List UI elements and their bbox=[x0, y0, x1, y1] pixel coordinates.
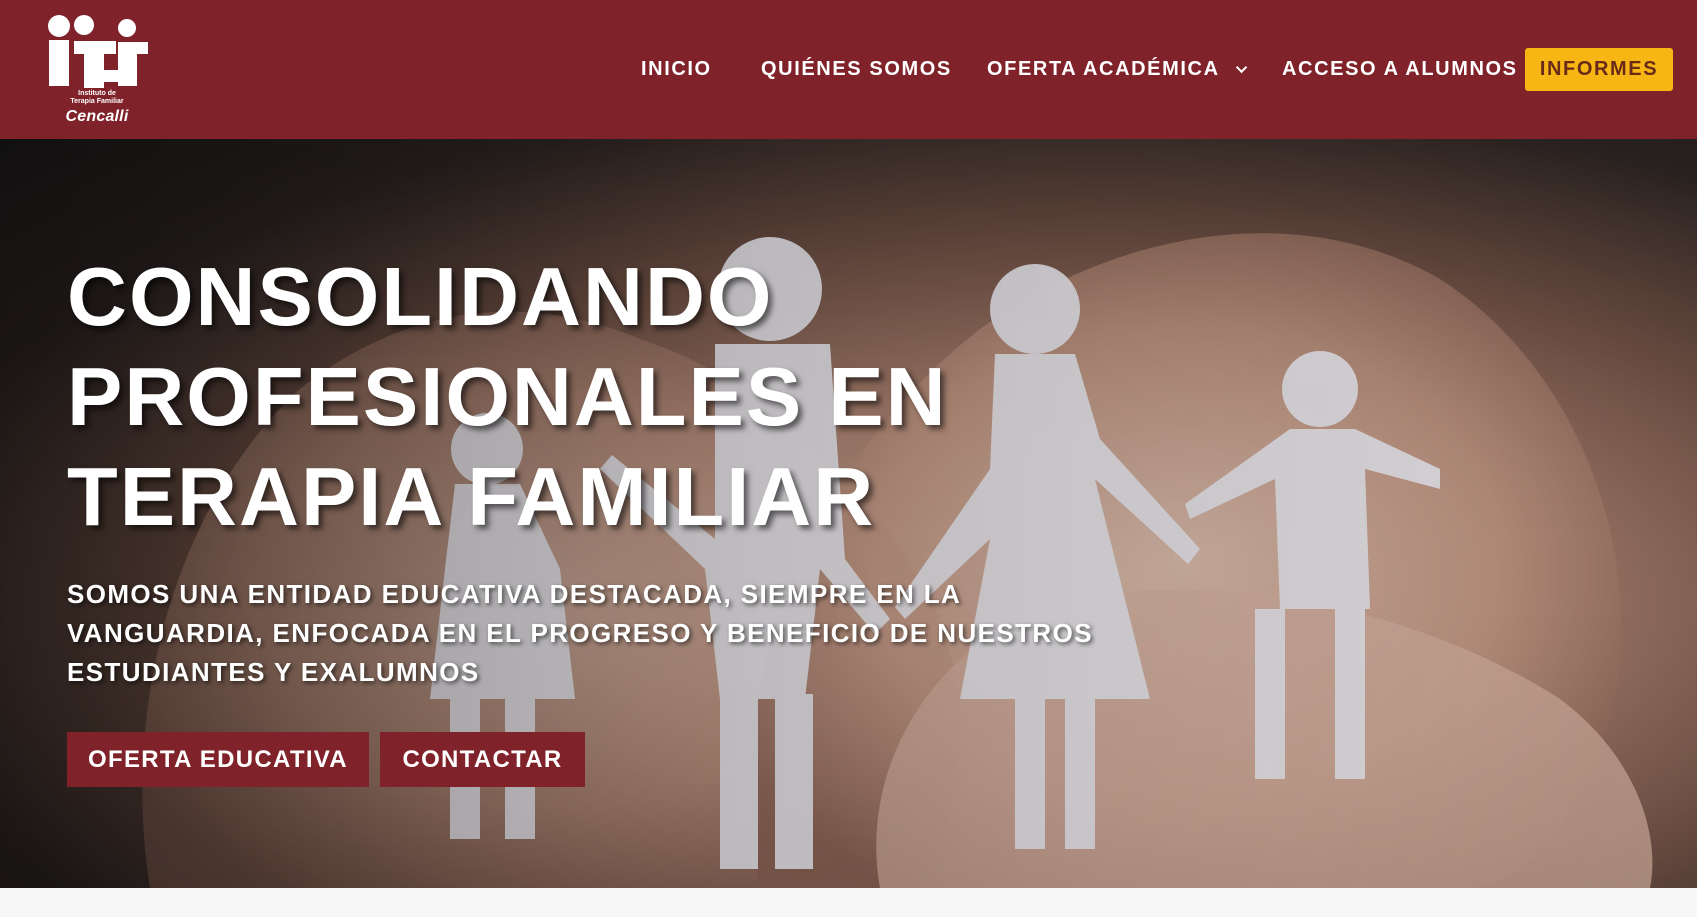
hero-subtitle-line-2: VANGUARDIA, ENFOCADA EN EL PROGRESO Y BE… bbox=[67, 618, 1093, 648]
nav-item-quienes-somos[interactable]: QUIÉNES SOMOS bbox=[761, 58, 952, 81]
chevron-down-icon bbox=[1235, 61, 1247, 74]
hero-title-line-1: CONSOLIDANDO bbox=[67, 250, 774, 343]
hero-subtitle-line-3: ESTUDIANTES Y EXALUMNOS bbox=[67, 657, 480, 687]
hero-subtitle-line-1: SOMOS UNA ENTIDAD EDUCATIVA DESTACADA, S… bbox=[67, 579, 962, 609]
contactar-button[interactable]: CONTACTAR bbox=[380, 732, 585, 787]
nav-item-inicio[interactable]: INICIO bbox=[641, 58, 712, 81]
hero-section: CONSOLIDANDO PROFESIONALES EN TERAPIA FA… bbox=[0, 139, 1697, 888]
site-header: Instituto de Terapia Familiar Cencalli I… bbox=[0, 0, 1697, 139]
nav-item-oferta-academica[interactable]: OFERTA ACADÉMICA bbox=[987, 58, 1247, 81]
hero-title: CONSOLIDANDO PROFESIONALES EN TERAPIA FA… bbox=[67, 247, 1067, 547]
hero-title-line-3: TERAPIA FAMILIAR bbox=[67, 450, 876, 543]
main-nav: INICIO QUIÉNES SOMOS OFERTA ACADÉMICA AC… bbox=[0, 0, 1697, 139]
informes-button[interactable]: INFORMES bbox=[1525, 48, 1673, 91]
oferta-educativa-button[interactable]: OFERTA EDUCATIVA bbox=[67, 732, 369, 787]
nav-item-acceso-alumnos[interactable]: ACCESO A ALUMNOS bbox=[1282, 58, 1518, 81]
hero-title-line-2: PROFESIONALES EN bbox=[67, 350, 948, 443]
hero-subtitle: SOMOS UNA ENTIDAD EDUCATIVA DESTACADA, S… bbox=[67, 575, 1127, 692]
next-section-edge bbox=[0, 888, 1697, 917]
nav-item-oferta-academica-label: OFERTA ACADÉMICA bbox=[987, 58, 1220, 80]
